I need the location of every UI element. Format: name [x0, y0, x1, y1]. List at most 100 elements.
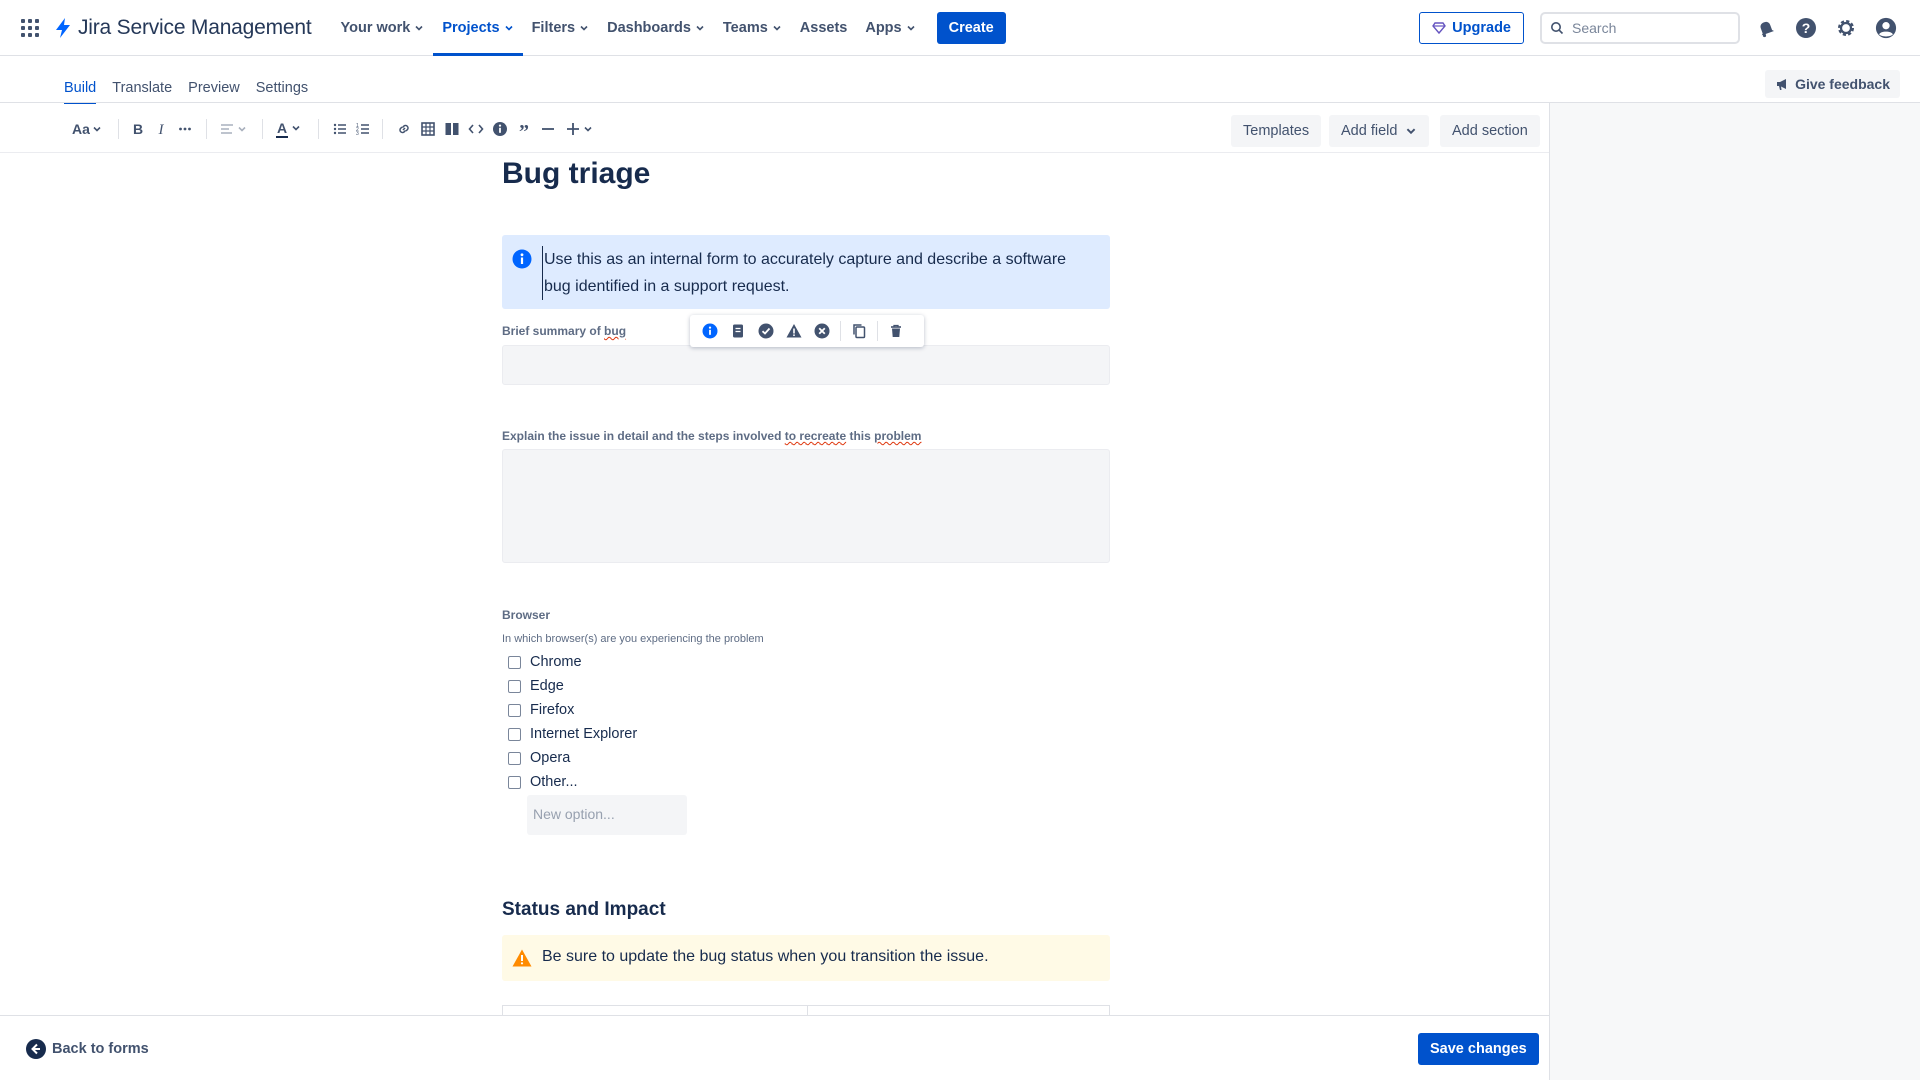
option-label: Opera: [530, 750, 571, 766]
panel-note-option[interactable]: [724, 317, 752, 345]
nav-filters[interactable]: Filters: [523, 0, 599, 56]
checkbox[interactable]: [508, 727, 521, 741]
nav-assets-label: Assets: [799, 19, 848, 36]
nav-apps[interactable]: Apps: [856, 0, 924, 56]
question-label-details: Explain the issue in detail and the step…: [502, 429, 921, 443]
warning-icon: [786, 324, 802, 338]
bullet-list-icon: [333, 123, 346, 135]
logo-text: Jira Service Management: [78, 15, 312, 39]
label-part: Brief summary of: [502, 324, 605, 338]
section-heading[interactable]: Status and Impact: [502, 899, 666, 921]
svg-text:3: 3: [356, 131, 359, 137]
info-panel-button[interactable]: [490, 117, 510, 141]
info-panel[interactable]: Use this as an internal form to accurate…: [502, 235, 1110, 309]
link-button[interactable]: [394, 117, 414, 141]
tab-preview[interactable]: Preview: [188, 80, 240, 102]
info-panel-text[interactable]: Use this as an internal form to accurate…: [542, 246, 1090, 300]
panel-warning-option[interactable]: [780, 317, 808, 345]
plus-icon: [567, 123, 579, 135]
numbered-list-button[interactable]: 123: [353, 117, 373, 141]
right-side-panel: [1549, 103, 1920, 1080]
toolbar-divider: [382, 119, 383, 139]
form-title[interactable]: Bug triage: [502, 157, 650, 191]
checkbox[interactable]: [508, 655, 521, 669]
chevron-down-icon: [505, 25, 513, 31]
svg-text:”: ”: [519, 121, 529, 137]
create-button[interactable]: Create: [936, 11, 1006, 44]
back-to-forms-link[interactable]: Back to forms: [26, 1039, 149, 1059]
bold-button[interactable]: B: [128, 117, 148, 141]
jira-service-management-logo[interactable]: Jira Service Management: [52, 16, 312, 40]
top-navigation: Jira Service Management Your work Projec…: [0, 0, 1920, 56]
text-style-dropdown[interactable]: Aa: [70, 117, 104, 141]
tab-settings[interactable]: Settings: [256, 80, 308, 102]
new-option-input[interactable]: New option...: [527, 795, 687, 835]
text-color-dropdown[interactable]: A: [272, 117, 306, 141]
checkbox[interactable]: [508, 703, 521, 717]
panel-info-option[interactable]: [696, 317, 724, 345]
tab-translate[interactable]: Translate: [112, 80, 172, 102]
quote-button[interactable]: ”: [514, 117, 534, 141]
italic-button[interactable]: I: [151, 117, 171, 141]
warning-panel-text[interactable]: Be sure to update the bug status when yo…: [542, 948, 989, 966]
settings-gear-icon[interactable]: [1830, 12, 1862, 44]
chevron-down-icon: [1407, 128, 1416, 135]
templates-button[interactable]: Templates: [1231, 115, 1322, 147]
add-section-button[interactable]: Add section: [1440, 115, 1540, 147]
nav-your-work[interactable]: Your work: [332, 0, 434, 56]
insert-element-dropdown[interactable]: [562, 117, 596, 141]
profile-avatar-icon[interactable]: [1870, 12, 1902, 44]
panel-success-option[interactable]: [752, 317, 780, 345]
add-field-button[interactable]: Add field: [1329, 115, 1430, 147]
nav-teams[interactable]: Teams: [714, 0, 791, 56]
label-part: this: [846, 429, 875, 443]
editor-footer: Back to forms Save changes: [0, 1015, 1549, 1080]
warning-icon: [512, 949, 532, 967]
delete-panel-button[interactable]: [882, 317, 910, 345]
bold-icon: B: [133, 121, 143, 137]
more-formatting-button[interactable]: [174, 117, 196, 141]
layout-columns-button[interactable]: [442, 117, 462, 141]
divider-button[interactable]: [538, 117, 558, 141]
back-arrow-icon: [26, 1039, 46, 1059]
app-switcher-icon[interactable]: [18, 16, 42, 40]
notification-bell-icon[interactable]: [1750, 12, 1782, 44]
details-textarea[interactable]: [502, 449, 1110, 563]
checkbox-option-other: Other...: [508, 774, 578, 790]
nav-assets[interactable]: Assets: [791, 0, 857, 56]
code-block-button[interactable]: [466, 117, 486, 141]
tab-build[interactable]: Build: [64, 80, 97, 104]
table-icon: [421, 122, 435, 136]
text-color-swatch: [276, 136, 288, 138]
give-feedback-label: Give feedback: [1795, 76, 1890, 92]
question-label-summary: Brief summary of bug: [502, 324, 626, 338]
alignment-dropdown[interactable]: [216, 117, 250, 141]
help-icon[interactable]: ?: [1790, 12, 1822, 44]
give-feedback-button[interactable]: Give feedback: [1765, 70, 1900, 98]
save-changes-button[interactable]: Save changes: [1418, 1033, 1539, 1065]
copy-panel-button[interactable]: [845, 317, 873, 345]
checkbox[interactable]: [508, 775, 521, 789]
nav-dashboards-label: Dashboards: [607, 19, 691, 36]
search-placeholder: Search: [1572, 20, 1617, 36]
label-part: Explain the issue in detail and the step…: [502, 429, 785, 443]
checkbox[interactable]: [508, 679, 521, 693]
nav-dashboards[interactable]: Dashboards: [598, 0, 714, 56]
summary-input[interactable]: [502, 345, 1110, 385]
warning-panel[interactable]: Be sure to update the bug status when yo…: [502, 935, 1110, 981]
option-label: Edge: [530, 678, 564, 694]
checkbox[interactable]: [508, 751, 521, 765]
copy-icon: [853, 324, 866, 339]
chevron-down-icon: [696, 25, 704, 31]
nav-projects[interactable]: Projects: [433, 0, 523, 56]
quote-icon: ”: [519, 121, 529, 137]
label-misspelled: problem: [874, 429, 922, 443]
upgrade-button[interactable]: Upgrade: [1419, 12, 1524, 44]
search-input[interactable]: Search: [1540, 12, 1740, 44]
browser-helper-text: In which browser(s) are you experiencing…: [502, 633, 764, 645]
table-button[interactable]: [418, 117, 438, 141]
code-icon: [468, 124, 484, 134]
bullet-list-button[interactable]: [330, 117, 350, 141]
panel-error-option[interactable]: [808, 317, 836, 345]
delete-icon: [891, 324, 901, 337]
